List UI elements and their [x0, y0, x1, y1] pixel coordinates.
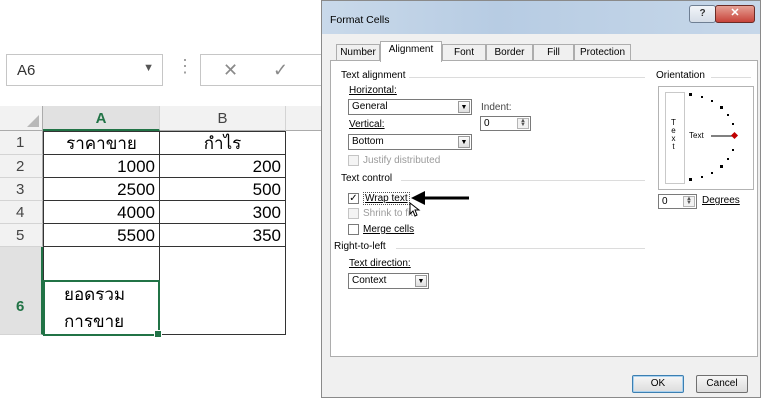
cell-b2[interactable]: 200: [160, 155, 286, 178]
tab-border[interactable]: Border: [486, 44, 533, 61]
divider: [711, 77, 751, 78]
cell-b1[interactable]: กำไร: [160, 131, 286, 155]
tab-fill[interactable]: Fill: [533, 44, 574, 61]
tab-font[interactable]: Font: [442, 44, 486, 61]
horizontal-label-text: Horizontal:: [349, 85, 397, 96]
cell-b6[interactable]: [160, 247, 286, 335]
fill-handle[interactable]: [154, 330, 162, 338]
divider: [409, 77, 645, 78]
group-title-text-alignment: Text alignment: [341, 70, 406, 81]
close-button[interactable]: ✕: [715, 5, 755, 23]
column-header-c[interactable]: [286, 106, 326, 131]
dial-dot: [732, 123, 734, 125]
spinner-arrows-icon[interactable]: ▲ ▼: [683, 196, 695, 207]
select-all-button[interactable]: [0, 106, 43, 131]
dialog-title: Format Cells: [330, 14, 390, 26]
orientation-text-label: Text: [689, 131, 704, 140]
formula-buttons: ✕ ✓: [200, 54, 330, 86]
vertical-value: Bottom: [352, 136, 384, 147]
help-button[interactable]: ?: [689, 5, 716, 23]
group-title-orientation: Orientation: [656, 70, 705, 81]
justify-distributed-checkbox[interactable]: [348, 155, 359, 166]
dial-dot: [689, 178, 692, 181]
format-cells-dialog: Format Cells ? ✕ Number Alignment Font B…: [321, 0, 761, 398]
mouse-cursor-shape: [409, 202, 421, 217]
wrap-text-label: Wrap text: [363, 192, 410, 205]
vertical-label-text: Vertical:: [349, 119, 385, 130]
vertical-select[interactable]: Bottom ▼: [348, 134, 472, 150]
spinner-arrows-icon[interactable]: ▲ ▼: [517, 118, 529, 129]
dial-dot: [732, 149, 734, 151]
degrees-value: 0: [662, 196, 668, 207]
tab-alignment[interactable]: Alignment: [380, 41, 442, 62]
drag-handle-icon[interactable]: ⋮: [176, 56, 194, 77]
enter-icon[interactable]: ✓: [273, 60, 288, 81]
column-header-a[interactable]: A: [43, 106, 160, 131]
dial-dot: [701, 176, 703, 178]
row-header-2[interactable]: 2: [0, 155, 43, 178]
row-header-5[interactable]: 5: [0, 224, 43, 247]
chevron-down-icon[interactable]: ▼: [458, 101, 470, 113]
group-title-text-control: Text control: [341, 173, 393, 184]
column-header-b[interactable]: B: [160, 106, 286, 131]
row-header-3[interactable]: 3: [0, 178, 43, 201]
cell-a2[interactable]: 1000: [43, 155, 160, 178]
dial-dot: [727, 158, 729, 160]
dial-dot: [711, 172, 713, 174]
indent-spinner[interactable]: 0 ▲ ▼: [480, 116, 531, 131]
tab-number[interactable]: Number: [336, 44, 380, 61]
cancel-button[interactable]: Cancel: [696, 375, 748, 393]
merge-cells-checkbox[interactable]: [348, 224, 359, 235]
dial-dot: [720, 106, 723, 109]
dial-dot: [689, 93, 692, 96]
vertical-label: Vertical:: [349, 119, 385, 130]
cell-a5[interactable]: 5500: [43, 224, 160, 247]
cell-a3[interactable]: 2500: [43, 178, 160, 201]
dial-dot: [727, 114, 729, 116]
row-header-4[interactable]: 4: [0, 201, 43, 224]
dial-dot: [701, 96, 703, 98]
cell-b3[interactable]: 500: [160, 178, 286, 201]
tab-protection[interactable]: Protection: [574, 44, 631, 61]
checkmark-icon: ✓: [349, 193, 358, 204]
cell-a1[interactable]: ราคาขาย: [43, 131, 160, 155]
active-cell-outline: [43, 280, 162, 338]
orientation-marker-icon[interactable]: [730, 131, 739, 140]
degrees-spinner[interactable]: 0 ▲ ▼: [658, 194, 697, 209]
mouse-cursor-icon: [409, 202, 421, 217]
orientation-widget[interactable]: T e x t Text: [658, 86, 754, 190]
indent-label: Indent:: [481, 102, 512, 113]
cell-b4[interactable]: 300: [160, 201, 286, 224]
annotation-arrow: [411, 191, 469, 205]
justify-distributed-label: Justify distributed: [363, 155, 441, 166]
name-box[interactable]: A6 ▼: [6, 54, 163, 86]
cancel-icon[interactable]: ✕: [223, 60, 238, 81]
cell-a4[interactable]: 4000: [43, 201, 160, 224]
text-direction-value: Context: [352, 275, 387, 286]
row-header-6[interactable]: 6: [0, 247, 43, 335]
text-direction-label: Text direction:: [349, 258, 411, 269]
horizontal-label: Horizontal:: [349, 85, 397, 96]
indent-value: 0: [484, 118, 490, 129]
divider: [401, 180, 645, 181]
row-header-1[interactable]: 1: [0, 131, 43, 155]
shrink-to-fit-label: Shrink to fit: [363, 208, 414, 219]
shrink-to-fit-checkbox[interactable]: [348, 208, 359, 219]
wrap-text-checkbox[interactable]: ✓: [348, 193, 359, 204]
ok-button[interactable]: OK: [632, 375, 684, 393]
horizontal-select[interactable]: General ▼: [348, 99, 472, 115]
name-box-value: A6: [17, 62, 36, 79]
orientation-dial[interactable]: [659, 87, 755, 191]
group-title-right-to-left: Right-to-left: [334, 241, 386, 252]
text-direction-label-text: Text direction:: [349, 258, 411, 269]
cell-b5[interactable]: 350: [160, 224, 286, 247]
horizontal-value: General: [352, 101, 388, 112]
dial-dot: [711, 100, 713, 102]
dial-dot: [720, 165, 723, 168]
chevron-down-icon[interactable]: ▼: [458, 136, 470, 148]
select-all-icon: [27, 115, 39, 127]
chevron-down-icon[interactable]: ▼: [143, 62, 154, 74]
dialog-titlebar[interactable]: Format Cells ? ✕: [322, 1, 760, 34]
degrees-label: Degrees: [702, 195, 740, 206]
